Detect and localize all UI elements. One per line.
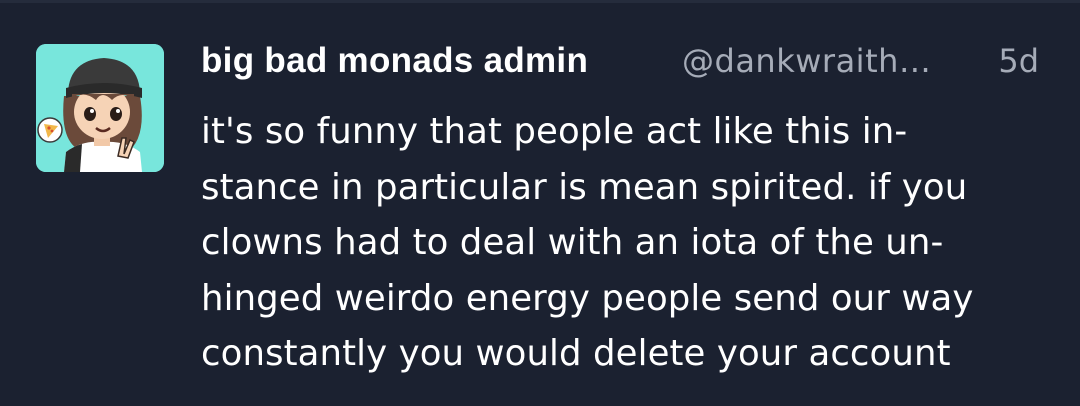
user-handle[interactable]: @dankwraith… [682,36,931,86]
post-body-line: clowns had to deal with an iota of the u… [201,222,944,263]
post[interactable]: big bad monads admin @dankwraith… 5d it'… [0,0,1080,406]
avatar[interactable] [36,44,164,172]
post-body-line: it's so funny that people act like this … [201,111,908,152]
avatar-icon [36,44,164,172]
post-body-line: hinged weirdo energy people send our way [201,277,974,319]
post-header: big bad monads admin @dankwraith… 5d [201,36,1051,86]
post-timestamp[interactable]: 5d [998,36,1039,86]
display-name[interactable]: big bad monads admin [201,36,588,86]
post-body-line: stance in particular is mean spirited. i… [201,166,968,208]
post-body-line: constantly you would delete your account [201,333,951,374]
post-body: it's so funny that people act like this … [201,104,1061,382]
